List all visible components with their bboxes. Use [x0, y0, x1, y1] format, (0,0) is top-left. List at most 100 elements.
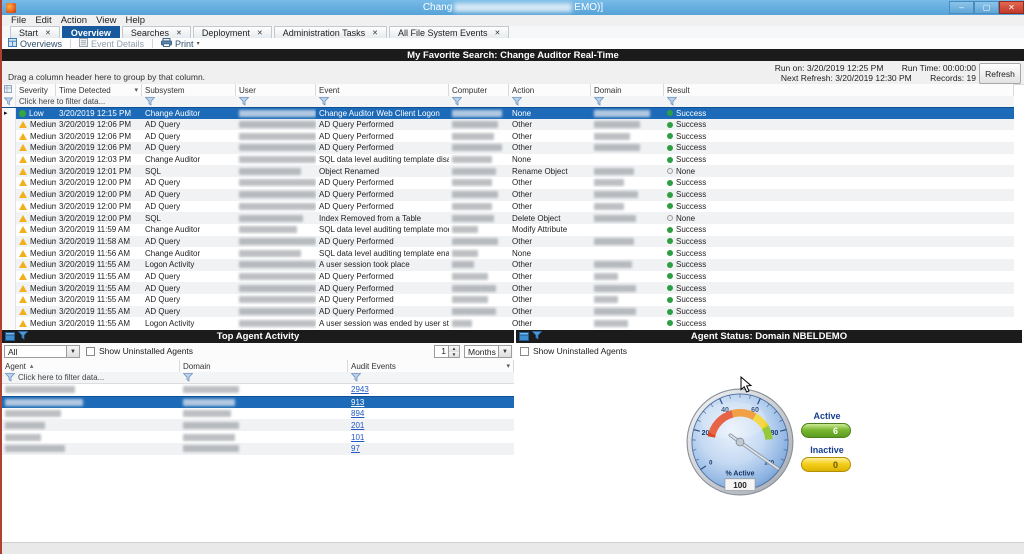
tab-close-icon[interactable]: ✕	[257, 29, 263, 37]
menu-file[interactable]: File	[11, 15, 26, 26]
tab-close-icon[interactable]: ✕	[176, 29, 182, 37]
event-row[interactable]: Medium3/20/2019 11:55 AMAD QueryAD Query…	[2, 294, 1014, 306]
column-header-computer[interactable]: Computer	[449, 84, 509, 96]
column-header-event[interactable]: Event	[316, 84, 449, 96]
chevron-down-icon[interactable]: ▼	[498, 346, 511, 357]
tab-searches[interactable]: Searches✕	[122, 26, 191, 38]
period-unit-dropdown[interactable]: Months ▼	[464, 345, 512, 358]
audit-events-link[interactable]: 894	[351, 409, 364, 418]
records-value: 19	[967, 73, 976, 83]
agents-filter[interactable]: Click here to filter data...	[2, 372, 514, 384]
event-row[interactable]: Medium3/20/2019 11:55 AMAD QueryAD Query…	[2, 271, 1014, 283]
column-header-result[interactable]: Result	[664, 84, 1014, 96]
event-row[interactable]: ▸Low3/20/2019 12:15 PMChange AuditorChan…	[2, 107, 1014, 119]
event-row[interactable]: Medium3/20/2019 11:55 AMAD QueryAD Query…	[2, 306, 1014, 318]
column-filter[interactable]	[449, 96, 509, 107]
column-header-time-detected[interactable]: Time Detected▾	[56, 84, 142, 96]
audit-events-link[interactable]: 201	[351, 421, 364, 430]
show-uninstalled-checkbox[interactable]	[520, 347, 529, 356]
column-header-action[interactable]: Action	[509, 84, 591, 96]
column-header-severity[interactable]: Severity	[16, 84, 56, 96]
period-value-stepper[interactable]: 1 ▲▼	[434, 345, 460, 358]
menu-action[interactable]: Action	[61, 15, 87, 26]
column-filter[interactable]	[316, 96, 449, 107]
show-uninstalled-checkbox[interactable]	[86, 347, 95, 356]
column-filter[interactable]	[180, 372, 348, 383]
column-filter[interactable]	[591, 96, 664, 107]
filter-icon[interactable]	[5, 373, 15, 382]
column-header-user[interactable]: User	[236, 84, 316, 96]
chevron-down-icon[interactable]: ▼	[66, 346, 79, 357]
event-row[interactable]: Medium3/20/2019 11:56 AMChange AuditorSQ…	[2, 247, 1014, 259]
event-row[interactable]: Medium3/20/2019 12:03 PMChange AuditorSQ…	[2, 154, 1014, 166]
filter-icon[interactable]	[667, 97, 677, 106]
agent-row[interactable]: 913	[2, 396, 514, 408]
event-row[interactable]: Medium3/20/2019 11:58 AMAD QueryAD Query…	[2, 236, 1014, 248]
event-row[interactable]: Medium3/20/2019 11:55 AMLogon ActivityA …	[2, 317, 1014, 329]
agent-row[interactable]: 2943	[2, 384, 514, 396]
filter-icon[interactable]	[512, 97, 522, 106]
audit-events-link[interactable]: 913	[351, 398, 364, 407]
tab-close-icon[interactable]: ✕	[495, 29, 501, 37]
event-row[interactable]: Medium3/20/2019 12:00 PMAD QueryAD Query…	[2, 201, 1014, 213]
overviews-button[interactable]: Overviews	[8, 38, 62, 49]
tab-close-icon[interactable]: ✕	[372, 29, 378, 37]
tab-deployment[interactable]: Deployment✕	[193, 26, 272, 38]
column-header-domain[interactable]: Domain	[180, 360, 348, 372]
filter-icon[interactable]	[4, 97, 13, 106]
print-button[interactable]: Print ▾	[161, 38, 200, 49]
column-filter[interactable]	[348, 372, 514, 383]
audit-events-link[interactable]: 97	[351, 444, 360, 453]
tab-overview[interactable]: Overview	[62, 26, 120, 38]
tab-all-file-system-events[interactable]: All File System Events✕	[389, 26, 509, 38]
stepper-down-icon[interactable]: ▼	[449, 352, 459, 358]
filter-icon[interactable]	[239, 97, 249, 106]
audit-events-link[interactable]: 2943	[351, 385, 369, 394]
audit-events-link[interactable]: 101	[351, 433, 364, 442]
event-row[interactable]: Medium3/20/2019 12:06 PMAD QueryAD Query…	[2, 142, 1014, 154]
filter-icon[interactable]	[532, 331, 542, 344]
export-icon[interactable]	[519, 331, 529, 344]
event-row[interactable]: Medium3/20/2019 12:00 PMAD QueryAD Query…	[2, 189, 1014, 201]
agent-row[interactable]: 894	[2, 408, 514, 420]
menu-help[interactable]: Help	[126, 15, 146, 26]
filter-icon[interactable]	[351, 373, 361, 382]
agent-row[interactable]: 201	[2, 419, 514, 431]
event-row[interactable]: Medium3/20/2019 12:01 PMSQLObject Rename…	[2, 165, 1014, 177]
agent-row[interactable]: 101	[2, 431, 514, 443]
column-header-audit-events[interactable]: Audit Events▾	[348, 360, 514, 372]
column-filter[interactable]	[236, 96, 316, 107]
column-filter[interactable]	[509, 96, 591, 107]
tab-close-icon[interactable]: ✕	[45, 29, 51, 37]
agent-row[interactable]: 97	[2, 443, 514, 455]
event-row[interactable]: Medium3/20/2019 12:06 PMAD QueryAD Query…	[2, 130, 1014, 142]
refresh-button[interactable]: Refresh	[979, 63, 1021, 84]
filter-hint[interactable]: Click here to filter data...	[16, 96, 142, 107]
column-filter[interactable]	[664, 96, 1014, 107]
event-row[interactable]: Medium3/20/2019 12:00 PMSQLIndex Removed…	[2, 212, 1014, 224]
event-row[interactable]: Medium3/20/2019 12:00 PMAD QueryAD Query…	[2, 177, 1014, 189]
filter-icon[interactable]	[183, 373, 193, 382]
column-header-domain[interactable]: Domain	[591, 84, 664, 96]
column-filter[interactable]	[142, 96, 236, 107]
filter-hint[interactable]: Click here to filter data...	[2, 372, 180, 383]
maximize-button[interactable]: ▢	[974, 1, 999, 14]
event-row[interactable]: Medium3/20/2019 11:55 AMAD QueryAD Query…	[2, 282, 1014, 294]
event-row[interactable]: Medium3/20/2019 11:59 AMChange AuditorSQ…	[2, 224, 1014, 236]
filter-icon[interactable]	[594, 97, 604, 106]
filter-icon[interactable]	[145, 97, 155, 106]
tab-administration-tasks[interactable]: Administration Tasks✕	[274, 26, 387, 38]
event-details-button[interactable]: Event Details	[79, 38, 144, 49]
event-row[interactable]: Medium3/20/2019 11:55 AMLogon ActivityA …	[2, 259, 1014, 271]
column-header-agent[interactable]: Agent▴	[2, 360, 180, 372]
filter-icon[interactable]	[452, 97, 462, 106]
close-button[interactable]: ✕	[999, 1, 1024, 14]
menu-edit[interactable]: Edit	[35, 15, 51, 26]
filter-icon[interactable]	[319, 97, 329, 106]
column-header-subsystem[interactable]: Subsystem	[142, 84, 236, 96]
menu-view[interactable]: View	[96, 15, 116, 26]
minimize-button[interactable]: –	[949, 1, 974, 14]
agent-scope-dropdown[interactable]: All ▼	[4, 345, 80, 358]
tab-start[interactable]: Start✕	[10, 26, 60, 38]
event-row[interactable]: Medium3/20/2019 12:06 PMAD QueryAD Query…	[2, 119, 1014, 131]
